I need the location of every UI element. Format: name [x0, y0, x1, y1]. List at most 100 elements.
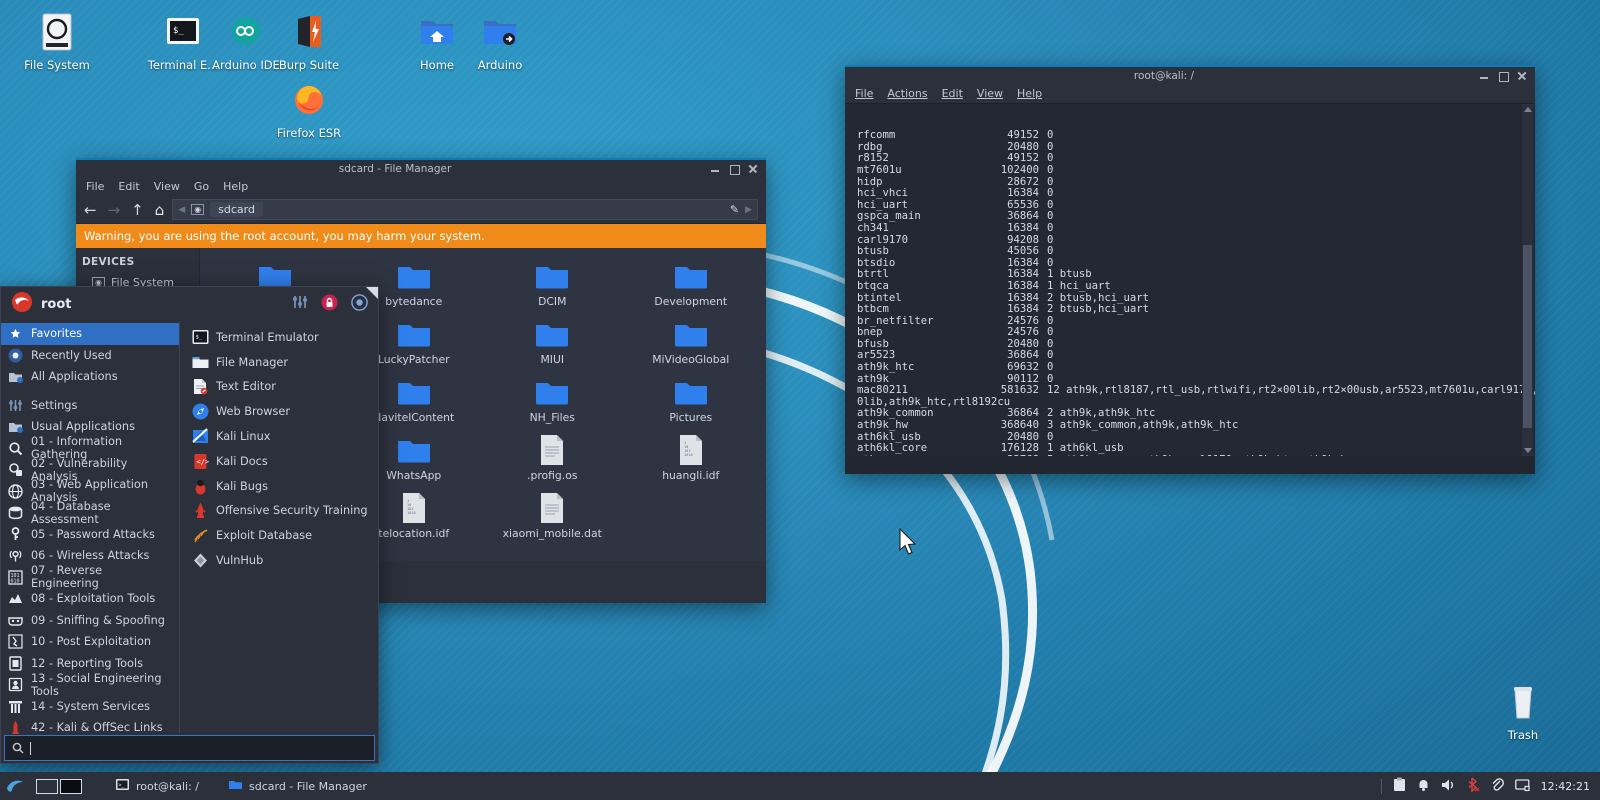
menu-edit[interactable]: Edit — [942, 87, 963, 100]
window-buttons[interactable]: >_ root@kali: / sdcard - File Manager — [110, 777, 373, 795]
star-icon — [7, 325, 24, 342]
category-item-10-post-exploitation[interactable]: 10 - Post Exploitation — [1, 631, 179, 653]
clipboard-icon[interactable] — [1393, 777, 1406, 796]
app-item-kali-linux[interactable]: Kali Linux — [186, 424, 374, 449]
back-arrow-icon[interactable]: ← — [84, 201, 97, 219]
path-bar[interactable]: ◀ ◉ sdcard ✎ ▶ — [172, 199, 758, 220]
category-item-14-system-services[interactable]: 14 - System Services — [1, 696, 179, 718]
menu-view[interactable]: View — [977, 87, 1003, 100]
category-item-recently-used[interactable]: Recently Used — [1, 345, 179, 367]
file-item[interactable]: DCIM — [483, 258, 622, 308]
scroll-down-arrow-icon[interactable] — [1524, 448, 1532, 453]
category-item-42-kali-offsec-links[interactable]: 42 - Kali & OffSec Links — [1, 717, 179, 739]
minimize-button[interactable] — [710, 164, 720, 174]
close-button[interactable] — [748, 164, 758, 174]
path-edit-icon[interactable]: ✎ — [730, 203, 739, 216]
file-item[interactable]: NH_Files — [483, 374, 622, 424]
scrollbar-thumb[interactable] — [1523, 245, 1532, 428]
desktop-icon-arduino-folder[interactable]: Arduino — [457, 12, 543, 72]
clipman-icon[interactable] — [1491, 777, 1504, 796]
workspace-2[interactable] — [60, 779, 82, 794]
category-item-09-sniffing-spoofing[interactable]: 09 - Sniffing & Spoofing — [1, 610, 179, 632]
lock-icon[interactable] — [321, 294, 338, 315]
terminal-output[interactable]: rfcomm491520rdbg204800r8152491520mt7601u… — [845, 104, 1535, 456]
app-item-vulnhub[interactable]: VulnHub — [186, 548, 374, 573]
app-item-exploit-database[interactable]: Exploit Database — [186, 523, 374, 548]
desktop-icon-file-system[interactable]: File System — [14, 12, 100, 72]
category-item-13-social-engineering-tools[interactable]: 13 - Social Engineering Tools — [1, 674, 179, 696]
breadcrumb-sdcard[interactable]: sdcard — [210, 202, 263, 217]
bluetooth-off-icon[interactable] — [1467, 777, 1480, 796]
menu-actions[interactable]: Actions — [887, 87, 927, 100]
maximize-button[interactable] — [729, 164, 739, 174]
app-item-kali-bugs[interactable]: Kali Bugs — [186, 474, 374, 499]
app-item-web-browser[interactable]: Web Browser — [186, 399, 374, 424]
workspace-1[interactable] — [36, 779, 58, 794]
category-item-07-reverse-engineering[interactable]: 10101007 - Reverse Engineering — [1, 567, 179, 589]
terminal-scrollbar[interactable] — [1522, 104, 1533, 456]
category-item-08-exploitation-tools[interactable]: 08 - Exploitation Tools — [1, 588, 179, 610]
app-item-kali-docs[interactable]: </>Kali Docs — [186, 449, 374, 474]
notification-bell-icon[interactable] — [1417, 777, 1430, 796]
menu-help[interactable]: Help — [223, 180, 248, 193]
scroll-up-arrow-icon[interactable] — [1524, 107, 1532, 112]
maximize-button[interactable] — [1498, 71, 1508, 81]
file-manager-titlebar[interactable]: sdcard - File Manager — [76, 158, 766, 177]
terminal-menubar[interactable]: File Actions Edit View Help — [845, 84, 1535, 104]
menu-view[interactable]: View — [154, 180, 180, 193]
forward-arrow-icon[interactable]: → — [108, 201, 121, 219]
module-size: 16384 — [969, 281, 1039, 293]
file-manager-menubar[interactable]: File Edit View Go Help — [76, 177, 766, 196]
workspace-switcher[interactable] — [36, 779, 82, 794]
application-list[interactable]: $_Terminal EmulatorFile ManagerText Edit… — [180, 321, 378, 733]
settings-icon[interactable] — [292, 294, 308, 314]
menu-help[interactable]: Help — [1017, 87, 1042, 100]
category-item-04-database-assessment[interactable]: 04 - Database Assessment — [1, 502, 179, 524]
menu-file[interactable]: File — [86, 180, 104, 193]
file-item[interactable]: xiaomi_mobile.dat — [483, 490, 622, 540]
module-size: 102400 — [969, 165, 1039, 177]
kali-menu-icon[interactable] — [0, 772, 30, 800]
file-manager-toolbar[interactable]: ← → ↑ ⌂ ◀ ◉ sdcard ✎ ▶ — [76, 196, 766, 224]
menu-edit[interactable]: Edit — [118, 180, 139, 193]
category-item-favorites[interactable]: Favorites — [1, 323, 179, 345]
file-item[interactable]: MIUI — [483, 316, 622, 366]
taskbar-item-terminal[interactable]: >_ root@kali: / — [110, 777, 205, 795]
desktop-icon-firefox-esr[interactable]: Firefox ESR — [266, 80, 352, 140]
category-item-05-password-attacks[interactable]: 05 - Password Attacks — [1, 524, 179, 546]
taskbar[interactable]: >_ root@kali: / sdcard - File Manager — [0, 772, 1600, 800]
app-item-terminal-emulator[interactable]: $_Terminal Emulator — [186, 325, 374, 350]
home-icon[interactable]: ⌂ — [155, 201, 165, 219]
display-icon[interactable] — [1515, 777, 1530, 796]
file-item[interactable]: Development — [622, 258, 761, 308]
app-item-text-editor[interactable]: Text Editor — [186, 375, 374, 400]
file-item[interactable]: MiVideoGlobal — [622, 316, 761, 366]
category-list[interactable]: FavoritesRecently UsedAll Applications Se… — [1, 321, 180, 733]
clock[interactable]: 12:42:21 — [1541, 780, 1590, 793]
application-menu[interactable]: root — [0, 286, 379, 764]
menu-go[interactable]: Go — [194, 180, 209, 193]
desktop-icon-burp-suite[interactable]: Burp Suite — [266, 12, 352, 72]
up-arrow-icon[interactable]: ↑ — [131, 201, 144, 219]
category-item-all-applications[interactable]: All Applications — [1, 366, 179, 388]
category-item-settings[interactable]: Settings — [1, 395, 179, 417]
menu-search-field[interactable] — [4, 735, 375, 761]
path-scroll-left-icon[interactable]: ◀ — [178, 205, 185, 215]
module-name: btqca — [857, 281, 969, 293]
file-item[interactable]: Pictures — [622, 374, 761, 424]
app-item-file-manager[interactable]: File Manager — [186, 350, 374, 375]
terminal-titlebar[interactable]: root@kali: / — [845, 65, 1535, 84]
app-item-offensive-security-training[interactable]: Offensive Security Training — [186, 499, 374, 524]
terminal-window[interactable]: root@kali: / File Actions Edit View Help… — [845, 65, 1535, 474]
desktop-icon-trash[interactable]: Trash — [1480, 682, 1566, 742]
file-item[interactable]: .profig.os — [483, 432, 622, 482]
menu-file[interactable]: File — [855, 87, 873, 100]
system-tray[interactable]: 12:42:21 — [1381, 777, 1600, 796]
taskbar-item-file-manager[interactable]: sdcard - File Manager — [223, 777, 373, 795]
close-button[interactable] — [1517, 71, 1527, 81]
path-scroll-right-icon[interactable]: ▶ — [745, 205, 752, 215]
menu-resize-corner[interactable] — [366, 287, 378, 299]
file-item[interactable]: 1101011010huangli.idf — [622, 432, 761, 482]
volume-icon[interactable] — [1441, 777, 1456, 796]
minimize-button[interactable] — [1479, 71, 1489, 81]
